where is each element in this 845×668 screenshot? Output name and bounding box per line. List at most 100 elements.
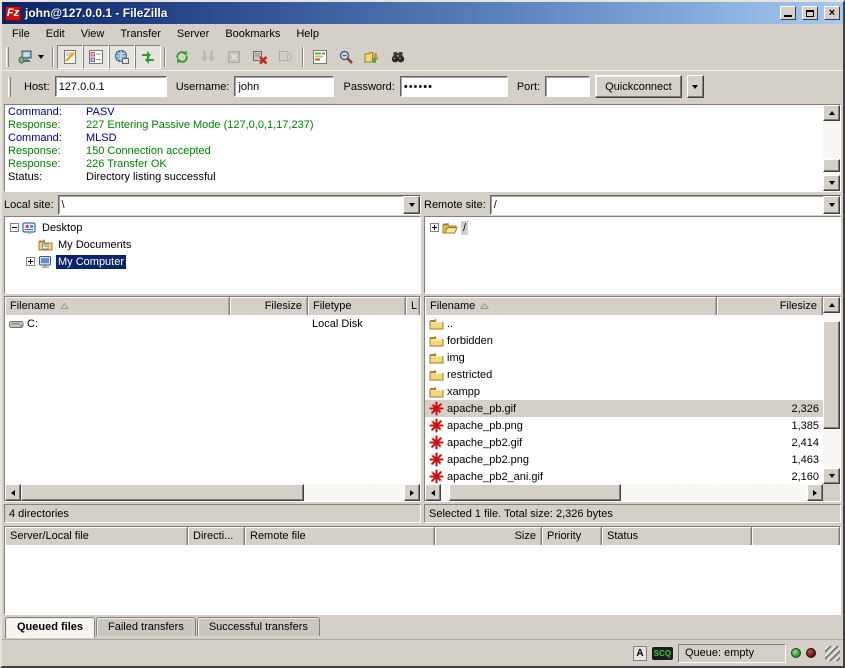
remote-file-row-apache-pb-png[interactable]: apache_pb.png1,385 [425,417,823,434]
local-column-filesize[interactable]: Filesize [230,297,308,315]
speed-limits-icon[interactable]: SCQ [652,647,673,660]
filename-filters-button[interactable] [333,45,359,69]
refresh-button[interactable] [169,45,195,69]
tree-item-desktop[interactable]: Desktop [6,219,419,236]
username-input[interactable] [234,76,334,97]
toolbar-grip[interactable] [6,47,9,67]
expander-minus-icon[interactable] [10,223,19,232]
maximize-button[interactable] [802,6,818,20]
scroll-thumb[interactable] [449,484,621,501]
menu-help[interactable]: Help [288,25,327,43]
close-button[interactable]: × [824,6,840,20]
expander-plus-icon[interactable] [430,223,439,232]
scroll-track[interactable] [441,484,807,501]
remote-file-row-img[interactable]: img [425,349,823,366]
remote-horizontal-scrollbar[interactable] [425,484,823,501]
menu-file[interactable]: File [4,25,38,43]
queue-column-[interactable] [752,527,840,545]
toggle-remote-tree-button[interactable] [109,45,135,69]
menu-server[interactable]: Server [169,25,217,43]
log-entry-type: Response: [8,145,86,158]
queue-column-priority[interactable]: Priority [542,527,602,545]
tree-item-my-computer[interactable]: My Computer [6,253,419,270]
local-horizontal-scrollbar[interactable] [5,484,420,501]
expander-plus-icon[interactable] [26,257,35,266]
menu-transfer[interactable]: Transfer [112,25,169,43]
minimize-button[interactable] [780,6,796,20]
remote-file-row-apache-pb2-ani-gif[interactable]: apache_pb2_ani.gif2,160 [425,468,823,484]
folder-open-icon [442,221,458,235]
local-column-filename[interactable]: Filename [5,297,230,315]
queue-column-remote-file[interactable]: Remote file [245,527,435,545]
remote-file-row-parent-dir[interactable]: .. [425,315,823,332]
resize-grip[interactable] [825,646,840,661]
remote-file-row-apache-pb-gif[interactable]: apache_pb.gif2,326 [425,400,823,417]
scroll-down-button[interactable] [823,175,840,191]
queue-column-server-local-file[interactable]: Server/Local file [5,527,188,545]
quickconnect-dropdown-button[interactable] [687,75,704,98]
scroll-right-button[interactable] [404,484,420,501]
quickconnect-grip[interactable] [8,77,11,97]
remote-site-value: / [494,199,497,211]
scroll-thumb[interactable] [823,321,840,429]
password-input[interactable] [400,76,508,97]
remote-column-filename[interactable]: Filename [425,297,717,315]
process-queue-button[interactable] [195,45,221,69]
toggle-message-log-button[interactable] [57,45,83,69]
queue-column-status[interactable]: Status [602,527,752,545]
directory-comparison-button[interactable] [307,45,333,69]
cancel-operation-button[interactable] [221,45,247,69]
port-input[interactable] [545,76,590,97]
find-files-button[interactable] [385,45,411,69]
tab-failed-transfers[interactable]: Failed transfers [96,617,196,636]
host-input[interactable] [55,76,167,97]
log-scrollbar[interactable] [823,105,840,191]
synchronized-browsing-button[interactable] [359,45,385,69]
remote-file-row-apache-pb2-png[interactable]: apache_pb2.png1,463 [425,451,823,468]
scroll-down-button[interactable] [823,468,840,484]
remote-file-row-restricted[interactable]: restricted [425,366,823,383]
remote-site-combo[interactable]: / [490,195,841,215]
scroll-left-button[interactable] [425,484,441,501]
queue-column-size[interactable]: Size [435,527,542,545]
transfer-type-indicator-icon[interactable]: A [633,646,646,661]
scroll-up-button[interactable] [823,297,840,313]
scroll-thumb[interactable] [21,484,304,501]
scroll-track[interactable] [823,121,840,175]
menu-bookmarks[interactable]: Bookmarks [217,25,288,43]
tree-item-[interactable]: / [426,219,839,236]
remote-file-row-forbidden[interactable]: forbidden [425,332,823,349]
site-manager-button[interactable] [13,45,49,69]
local-file-row-c[interactable]: C:Local Disk [5,315,420,332]
quickconnect-button[interactable]: Quickconnect [595,75,682,98]
scroll-left-button[interactable] [5,484,21,501]
remote-file-row-xampp[interactable]: xampp [425,383,823,400]
scroll-up-button[interactable] [823,105,840,121]
scroll-right-button[interactable] [807,484,823,501]
scroll-thumb[interactable] [823,159,840,172]
toggle-local-tree-button[interactable] [83,45,109,69]
local-column-filetype[interactable]: Filetype [308,297,406,315]
reconnect-button[interactable] [273,45,299,69]
remote-vertical-scrollbar[interactable] [823,297,840,484]
toolbar-separator [52,47,54,67]
remote-file-row-apache-pb2-gif[interactable]: apache_pb2.gif2,414 [425,434,823,451]
toggle-transfer-queue-button[interactable] [135,45,161,69]
local-site-dropdown-button[interactable] [403,196,420,214]
tab-successful-transfers[interactable]: Successful transfers [197,617,320,636]
scroll-track[interactable] [823,313,840,468]
title-bar[interactable]: Fz john@127.0.0.1 - FileZilla × [2,2,843,24]
chevron-down-icon[interactable] [38,55,44,59]
menu-edit[interactable]: Edit [38,25,73,43]
remote-column-filesize[interactable]: Filesize [717,297,823,315]
disconnect-button[interactable] [247,45,273,69]
queue-column-directi[interactable]: Directi... [188,527,245,545]
remote-site-dropdown-button[interactable] [823,196,840,214]
menu-view[interactable]: View [73,25,113,43]
tab-queued-files[interactable]: Queued files [5,617,95,638]
local-site-combo[interactable]: \ [58,195,421,215]
scroll-track[interactable] [21,484,404,501]
local-column-l[interactable]: L [406,297,420,315]
tree-item-my-documents[interactable]: My Documents [6,236,419,253]
toolbar-separator [164,47,166,67]
